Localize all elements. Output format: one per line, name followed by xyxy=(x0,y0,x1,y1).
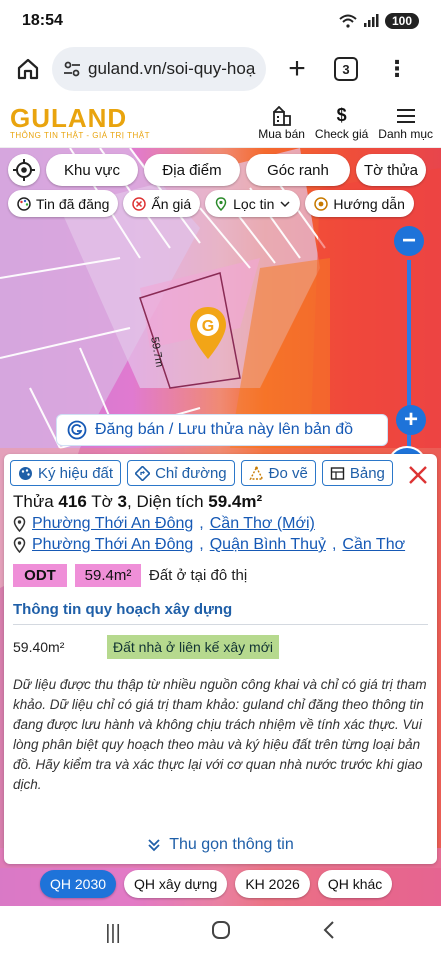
layer-qh-khac[interactable]: QH khác xyxy=(317,870,393,898)
status-time: 18:54 xyxy=(22,12,63,29)
zoom-control: − 100 xyxy=(387,226,431,486)
zoom-out-button[interactable]: − xyxy=(394,226,424,256)
address-old: Phường Thới An Đông, Quận Bình Thuỷ, Cần… xyxy=(4,533,437,554)
land-area-badge: 59.4m² xyxy=(75,564,141,587)
filter-goc-ranh[interactable]: Góc ranh xyxy=(246,154,350,186)
parcel-title: Thửa 416 Tờ 3, Diện tích 59.4m² xyxy=(13,492,263,511)
circle-icon xyxy=(212,921,231,939)
browser-menu-button[interactable]: ⋮ xyxy=(386,58,408,80)
double-chevron-down-icon xyxy=(148,839,160,852)
wifi-icon xyxy=(339,14,357,28)
nav-check-gia[interactable]: $ Check giá xyxy=(315,105,368,141)
tab-ky-hieu-dat[interactable]: Ký hiệu đất xyxy=(10,460,122,486)
building-icon xyxy=(271,105,293,127)
chevron-down-icon xyxy=(280,200,290,207)
address-new: Phường Thới An Đông, Cần Thơ (Mới) xyxy=(4,512,437,533)
home-nav-button[interactable] xyxy=(211,920,231,946)
map-layer-chips: QH 2030 QH xây dựng KH 2026 QH khác xyxy=(40,870,393,898)
filter-to-thua[interactable]: Tờ thửa xyxy=(356,154,426,186)
section-title: Thông tin quy hoạch xây dựng xyxy=(13,601,233,618)
land-description: Đất ở tại đô thị xyxy=(149,567,248,584)
nav-danh-muc[interactable]: Danh mục xyxy=(378,105,433,141)
tab-switcher-button[interactable]: 3 xyxy=(334,57,358,81)
status-bar: 18:54 100 xyxy=(0,0,441,42)
filter-khu-vuc[interactable]: Khu vực xyxy=(46,154,138,186)
back-button[interactable] xyxy=(322,920,336,946)
planning-tag: Đất nhà ở liên kế xây mới xyxy=(107,635,279,659)
tab-chi-duong[interactable]: Chỉ đường xyxy=(127,460,235,486)
chip-an-gia[interactable]: Ẩn giá xyxy=(123,190,201,217)
palette-icon xyxy=(19,466,32,480)
home-icon xyxy=(17,58,39,80)
dollar-icon: $ xyxy=(336,105,347,125)
recents-button[interactable]: ||| xyxy=(105,922,121,945)
map-marker-icon[interactable]: G xyxy=(188,306,228,360)
ward-old-link[interactable]: Phường Thới An Đông xyxy=(32,536,193,554)
chip-loc-tin[interactable]: Lọc tin xyxy=(205,190,301,217)
chevron-left-icon xyxy=(323,921,334,939)
location-pin-icon xyxy=(13,537,26,553)
site-settings-icon xyxy=(64,61,80,77)
close-icon xyxy=(409,466,427,484)
zoom-in-button[interactable]: + xyxy=(396,405,426,435)
land-code-badge: ODT xyxy=(13,564,67,587)
chip-tin-da-dang[interactable]: Tin đã đăng xyxy=(8,190,119,217)
signal-icon xyxy=(363,14,379,27)
collapse-info-button[interactable]: Thu gọn thông tin xyxy=(4,836,437,854)
planning-row: 59.40m² Đất nhà ở liên kế xây mới xyxy=(4,625,437,659)
tab-bang[interactable]: Bảng xyxy=(321,460,393,486)
guide-icon xyxy=(314,196,329,211)
new-tab-button[interactable]: + xyxy=(282,52,312,86)
chip-huong-dan[interactable]: Hướng dẫn xyxy=(305,190,414,217)
guland-logo[interactable]: GULAND THÔNG TIN THẬT - GIÁ TRỊ THẬT xyxy=(10,105,150,140)
hamburger-icon xyxy=(396,105,416,127)
palette-icon xyxy=(17,196,31,211)
directions-icon xyxy=(135,465,151,481)
layer-kh-2026[interactable]: KH 2026 xyxy=(235,870,310,898)
close-circle-icon xyxy=(132,196,147,211)
tab-do-ve[interactable]: Đo vẽ xyxy=(240,460,316,486)
parcel-info-panel: Ký hiệu đất Chỉ đường Đo vẽ Bảng Thửa 41… xyxy=(4,454,437,864)
location-pin-icon xyxy=(13,516,26,532)
guland-g-icon xyxy=(67,420,87,440)
locate-button[interactable] xyxy=(8,154,40,186)
battery-icon: 100 xyxy=(384,13,419,29)
table-icon xyxy=(330,466,345,480)
crosshair-icon xyxy=(13,159,35,181)
layer-qh-xay-dung[interactable]: QH xây dựng xyxy=(124,870,228,898)
disclaimer-text: Dữ liệu được thu thập từ nhiều nguồn côn… xyxy=(13,677,427,792)
url-text: guland.vn/soi-quy-hoạch xyxy=(88,59,256,78)
measure-icon xyxy=(249,465,264,480)
svg-text:G: G xyxy=(202,318,214,335)
filter-dia-diem[interactable]: Địa điểm xyxy=(144,154,240,186)
location-filter-icon xyxy=(215,196,227,211)
city-link[interactable]: Cần Thơ xyxy=(342,536,405,554)
address-bar[interactable]: guland.vn/soi-quy-hoạch xyxy=(52,47,266,91)
land-use-row: ODT 59.4m² Đất ở tại đô thị xyxy=(4,554,437,587)
close-panel-button[interactable] xyxy=(403,460,433,490)
post-listing-button[interactable]: Đăng bán / Lưu thửa này lên bản đồ xyxy=(56,414,388,446)
ward-link[interactable]: Phường Thới An Đông xyxy=(32,515,193,533)
city-new-link[interactable]: Cần Thơ (Mới) xyxy=(210,515,315,533)
system-nav-bar: ||| xyxy=(0,906,441,960)
app-header: GULAND THÔNG TIN THẬT - GIÁ TRỊ THẬT Mua… xyxy=(0,98,441,148)
nav-mua-ban[interactable]: Mua bán xyxy=(258,105,305,141)
browser-toolbar: guland.vn/soi-quy-hoạch + 3 ⋮ xyxy=(0,42,441,96)
home-button[interactable] xyxy=(10,51,46,87)
layer-qh-2030[interactable]: QH 2030 xyxy=(40,870,117,898)
planning-area: 59.40m² xyxy=(13,639,65,655)
district-link[interactable]: Quận Bình Thuỷ xyxy=(210,536,326,554)
